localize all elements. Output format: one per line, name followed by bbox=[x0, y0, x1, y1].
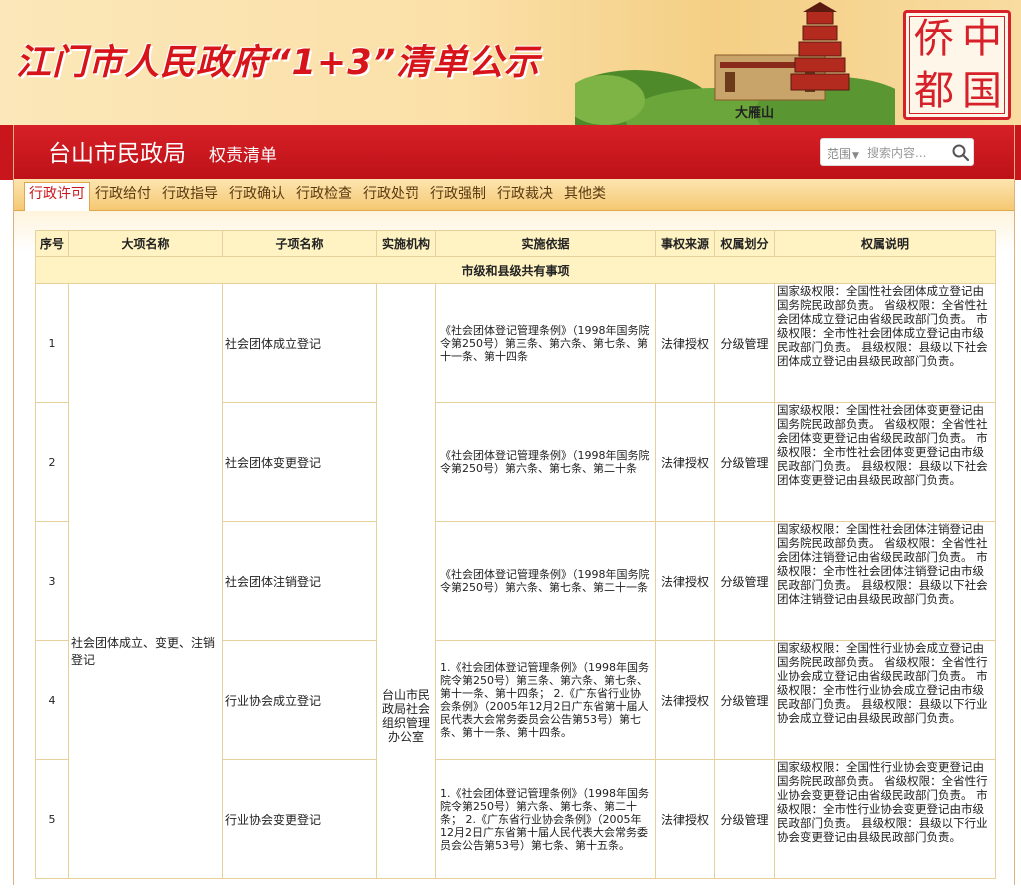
cell-no: 5 bbox=[35, 759, 69, 879]
cell-basis: 《社会团体登记管理条例》（1998年国务院令第250号）第三条、第六条、第七条、… bbox=[435, 283, 656, 403]
list-content: 序号 大项名称 子项名称 实施机构 实施依据 事权来源 权属划分 权属说明 市级… bbox=[14, 211, 1014, 891]
qiaodu-seal-logo: 中 国 侨 都 bbox=[903, 10, 1011, 120]
seal-char: 都 bbox=[914, 68, 954, 114]
banner-title: 江门市人民政府“1+3”清单公示 bbox=[16, 43, 541, 83]
department-header: 台山市民政局 权责清单 范围▼ bbox=[14, 125, 1014, 179]
table-header-row: 序号 大项名称 子项名称 实施机构 实施依据 事权来源 权属划分 权属说明 bbox=[35, 230, 996, 257]
category-tabs: 行政许可 行政给付 行政指导 行政确认 行政检查 行政处罚 行政强制 行政裁决 … bbox=[14, 179, 1014, 212]
cell-source: 法律授权 bbox=[655, 521, 715, 641]
col-header-source: 事权来源 bbox=[655, 230, 715, 257]
power-list-table: 序号 大项名称 子项名称 实施机构 实施依据 事权来源 权属划分 权属说明 市级… bbox=[35, 230, 996, 879]
main-panel: 台山市民政局 权责清单 范围▼ 行政许可 行政给付 行政指导 行政确认 行政检查… bbox=[13, 125, 1015, 891]
col-header-sub-item: 子项名称 bbox=[222, 230, 377, 257]
cell-description: 国家级权限：全国性社会团体变更登记由国务院民政部负责。 省级权限：全省性社会团体… bbox=[774, 402, 996, 522]
search-scope-label: 范围 bbox=[827, 147, 852, 161]
department-subtitle: 权责清单 bbox=[209, 146, 277, 166]
seal-char: 侨 bbox=[914, 16, 954, 62]
col-header-no: 序号 bbox=[35, 230, 69, 257]
cell-basis: 1.《社会团体登记管理条例》（1998年国务院令第250号）第三条、第六条、第七… bbox=[435, 640, 656, 760]
cell-description: 国家级权限：全国性行业协会成立登记由国务院民政部负责。 省级权限：全省性行业协会… bbox=[774, 640, 996, 760]
tab-qitalei[interactable]: 其他类 bbox=[564, 183, 606, 211]
cell-division: 分级管理 bbox=[714, 283, 775, 403]
seal-char: 国 bbox=[962, 68, 1002, 114]
col-header-basis: 实施依据 bbox=[435, 230, 656, 257]
tab-xingzheng-qiangzhi[interactable]: 行政强制 bbox=[430, 183, 486, 211]
cell-no: 3 bbox=[35, 521, 69, 641]
tab-xingzheng-queren[interactable]: 行政确认 bbox=[229, 183, 285, 211]
col-header-agency: 实施机构 bbox=[376, 230, 436, 257]
search-box: 范围▼ bbox=[820, 138, 974, 166]
cell-source: 法律授权 bbox=[655, 640, 715, 760]
cell-source: 法律授权 bbox=[655, 759, 715, 879]
search-input[interactable] bbox=[867, 143, 947, 162]
seal-char: 中 bbox=[962, 16, 1002, 62]
tab-xingzheng-zhidao[interactable]: 行政指导 bbox=[162, 183, 218, 211]
tab-xingzheng-jiancha[interactable]: 行政检查 bbox=[296, 183, 352, 211]
col-header-description: 权属说明 bbox=[774, 230, 996, 257]
col-header-major-item: 大项名称 bbox=[68, 230, 223, 257]
cell-source: 法律授权 bbox=[655, 402, 715, 522]
cell-no: 4 bbox=[35, 640, 69, 760]
group-label: 市级和县级共有事项 bbox=[35, 256, 996, 284]
caret-down-icon: ▼ bbox=[852, 151, 859, 161]
tab-xingzheng-caijue[interactable]: 行政裁决 bbox=[497, 183, 553, 211]
tab-xingzheng-geifu[interactable]: 行政给付 bbox=[95, 183, 151, 211]
mountain-label: 大雁山 bbox=[735, 106, 775, 121]
cell-sub-item: 行业协会成立登记 bbox=[222, 640, 377, 760]
tab-xingzheng-xuke[interactable]: 行政许可 bbox=[24, 182, 90, 212]
col-header-division: 权属划分 bbox=[714, 230, 775, 257]
cell-basis: 《社会团体登记管理条例》（1998年国务院令第250号）第六条、第七条、第二十条 bbox=[435, 402, 656, 522]
cell-agency: 台山市民政局社会组织管理办公室 bbox=[376, 283, 436, 879]
cell-description: 国家级权限：全国性社会团体成立登记由国务院民政部负责。 省级权限：全省性社会团体… bbox=[774, 283, 996, 403]
cell-division: 分级管理 bbox=[714, 640, 775, 760]
cell-division: 分级管理 bbox=[714, 402, 775, 522]
cell-basis: 《社会团体登记管理条例》（1998年国务院令第250号）第六条、第七条、第二十一… bbox=[435, 521, 656, 641]
cell-description: 国家级权限：全国性社会团体注销登记由国务院民政部负责。 省级权限：全省性社会团体… bbox=[774, 521, 996, 641]
tab-xingzheng-chufa[interactable]: 行政处罚 bbox=[363, 183, 419, 211]
cell-no: 1 bbox=[35, 283, 69, 403]
cell-major-item: 社会团体成立、变更、注销登记 bbox=[68, 283, 223, 879]
department-name: 台山市民政局 bbox=[48, 141, 186, 167]
page-banner: 江门市人民政府“1+3”清单公示 大雁山 中 国 侨 都 bbox=[0, 0, 1021, 125]
cell-no: 2 bbox=[35, 402, 69, 522]
cell-sub-item: 社会团体变更登记 bbox=[222, 402, 377, 522]
cell-sub-item: 社会团体成立登记 bbox=[222, 283, 377, 403]
cell-sub-item: 行业协会变更登记 bbox=[222, 759, 377, 879]
cell-sub-item: 社会团体注销登记 bbox=[222, 521, 377, 641]
cell-division: 分级管理 bbox=[714, 521, 775, 641]
cell-description: 国家级权限：全国性行业协会变更登记由国务院民政部负责。 省级权限：全省性行业协会… bbox=[774, 759, 996, 879]
cell-source: 法律授权 bbox=[655, 283, 715, 403]
search-scope-dropdown[interactable]: 范围▼ bbox=[827, 145, 859, 162]
table-group-row: 市级和县级共有事项 bbox=[35, 256, 996, 284]
table-row: 1 社会团体成立、变更、注销登记 社会团体成立登记 台山市民政局社会组织管理办公… bbox=[35, 283, 996, 879]
cell-division: 分级管理 bbox=[714, 759, 775, 879]
search-icon[interactable] bbox=[951, 143, 971, 163]
cell-basis: 1.《社会团体登记管理条例》（1998年国务院令第250号）第六条、第七条、第二… bbox=[435, 759, 656, 879]
